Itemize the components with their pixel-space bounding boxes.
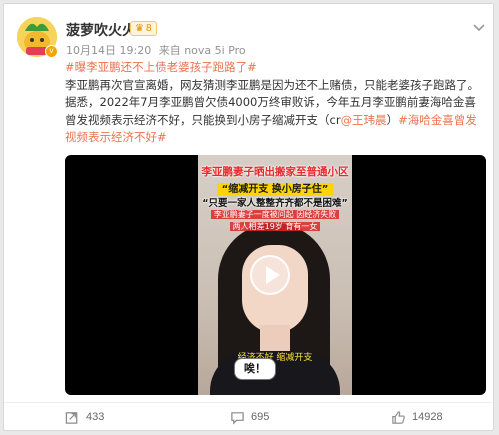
video-speech-bubble: 唉！ (234, 358, 276, 380)
post-meta: 10月14日 19:20 来自 nova 5i Pro (66, 42, 246, 58)
post-time[interactable]: 10月14日 19:20 (66, 44, 151, 57)
video-overlay-title: 李亚鹏妻子晒出搬家至普通小区 (201, 166, 349, 178)
repost-icon (65, 411, 78, 424)
post-body-close: ） (386, 112, 399, 127)
video-overlay-line5-wrap: 两人相差19岁 育有一女 (198, 221, 352, 232)
level-badge-value: 8 (145, 23, 152, 34)
video-overlay-tag-wrap: “缩减开支 换小房子住” (198, 180, 352, 196)
video-player[interactable]: 李亚鹏妻子晒出搬家至普通小区 “缩减开支 换小房子住” “只要一家人整整齐齐都不… (65, 155, 486, 395)
footer-divider (4, 402, 493, 403)
video-caption: 经济不好 缩减开支 (237, 353, 313, 363)
repost-count: 433 (86, 411, 105, 423)
username[interactable]: 菠萝吹火火 (66, 20, 136, 40)
comment-icon (231, 411, 244, 425)
level-badge: ♛ 8 (130, 21, 157, 36)
comment-count: 695 (251, 411, 270, 423)
video-overlay-quote: “只要一家人整整齐齐都不是困难” (202, 198, 348, 209)
chevron-down-icon (473, 24, 485, 32)
repost-button[interactable]: 433 (65, 408, 104, 426)
post-text: #曝李亚鹏还不上债老婆孩子跑路了# 李亚鹏再次官宣离婚，网友猜测李亚鹏是因为还不… (65, 59, 485, 147)
topic-link-1[interactable]: #曝李亚鹏还不上债老婆孩子跑路了# (65, 60, 257, 74)
more-options-button[interactable] (470, 18, 488, 36)
video-frame: 李亚鹏妻子晒出搬家至普通小区 “缩减开支 换小房子住” “只要一家人整整齐齐都不… (198, 155, 352, 395)
thumbs-up-icon (392, 410, 405, 424)
like-button[interactable]: 14928 (391, 408, 443, 426)
comment-button[interactable]: 695 (230, 408, 269, 426)
crown-icon: ♛ (135, 23, 144, 34)
like-count: 14928 (412, 411, 443, 423)
video-overlay-line5: 两人相差19岁 育有一女 (229, 222, 321, 231)
verified-badge-icon: v (45, 45, 58, 58)
weibo-post-card: v 菠萝吹火火 ♛ 8 10月14日 19:20 来自 nova 5i Pro … (3, 3, 494, 431)
video-overlay-line4-wrap: 李亚鹏妻子一度被问起 因经济失败 (198, 209, 352, 220)
post-source: 来自 nova 5i Pro (158, 44, 246, 57)
play-icon[interactable] (250, 255, 290, 295)
mention-link[interactable]: @王玮晨 (341, 113, 387, 127)
video-overlay-line4: 李亚鹏妻子一度被问起 因经济失败 (210, 210, 340, 219)
